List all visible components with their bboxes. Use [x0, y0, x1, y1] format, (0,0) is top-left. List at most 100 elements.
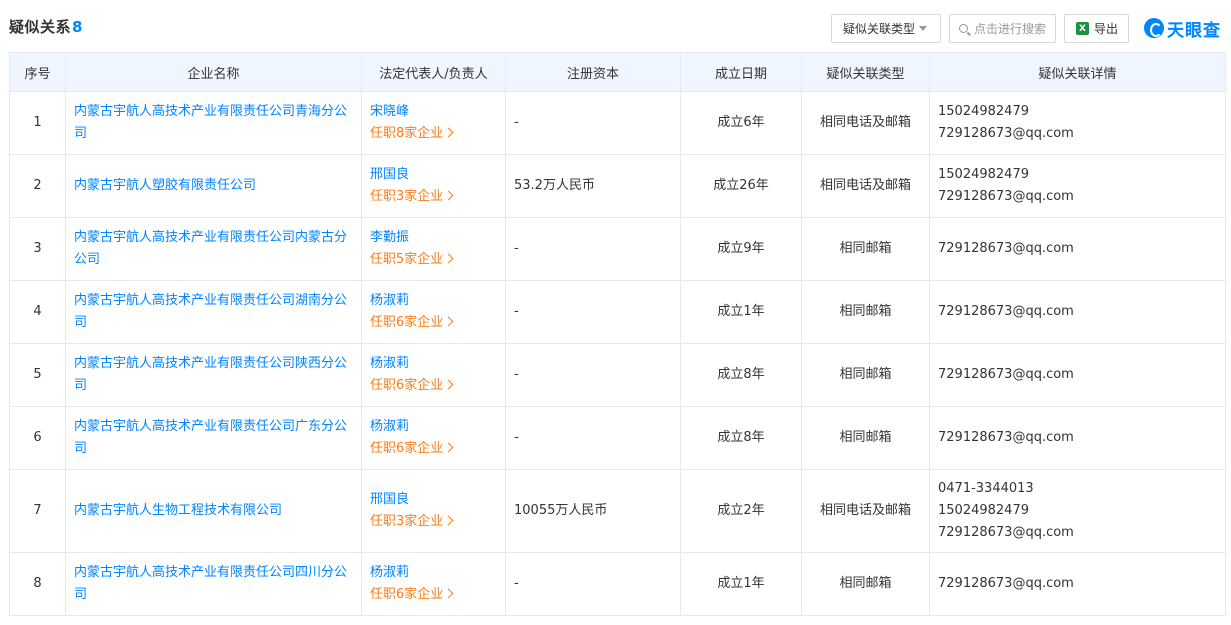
relation-type: 相同邮箱: [801, 343, 930, 407]
relation-details: 729128673@qq.com: [929, 406, 1226, 470]
representative-cell: 杨淑莉 任职6家企业: [361, 406, 506, 470]
company-cell: 内蒙古宇航人高技术产业有限责任公司湖南分公司: [65, 280, 362, 344]
table-row: 8 内蒙古宇航人高技术产业有限责任公司四川分公司 杨淑莉 任职6家企业 - 成立1年 相同邮…: [9, 552, 1226, 616]
representative-roles-link[interactable]: 任职6家企业: [370, 312, 497, 334]
section-title: 疑似关系8: [9, 16, 83, 37]
relation-type: 相同电话及邮箱: [801, 469, 930, 553]
export-button[interactable]: X 导出: [1064, 14, 1129, 43]
founded-date: 成立1年: [680, 280, 802, 344]
relation-details: 729128673@qq.com: [929, 280, 1226, 344]
representative-name-link[interactable]: 邢国良: [370, 489, 497, 511]
company-name-link[interactable]: 内蒙古宇航人高技术产业有限责任公司内蒙古分公司: [74, 230, 347, 267]
representative-name-link[interactable]: 杨淑莉: [370, 416, 497, 438]
search-placeholder: 点击进行搜索: [974, 22, 1047, 36]
table-row: 1 内蒙古宇航人高技术产业有限责任公司青海分公司 宋晓峰 任职8家企业 - 成立6年 相同电…: [9, 91, 1226, 155]
row-index: 6: [9, 406, 66, 470]
founded-date: 成立9年: [680, 217, 802, 281]
export-label: 导出: [1094, 22, 1119, 36]
col-header-relation-details: 疑似关联详情: [929, 52, 1226, 92]
representative-roles-text: 任职6家企业: [370, 587, 444, 602]
representative-name-link[interactable]: 杨淑莉: [370, 290, 497, 312]
company-name-link[interactable]: 内蒙古宇航人高技术产业有限责任公司青海分公司: [74, 104, 347, 141]
company-name-link[interactable]: 内蒙古宇航人高技术产业有限责任公司湖南分公司: [74, 293, 347, 330]
relation-detail-line: 15024982479: [938, 503, 1029, 518]
relation-type: 相同电话及邮箱: [801, 154, 930, 218]
company-name-link[interactable]: 内蒙古宇航人高技术产业有限责任公司广东分公司: [74, 419, 347, 456]
excel-icon: X: [1076, 22, 1089, 35]
row-index: 5: [9, 343, 66, 407]
search-icon: [959, 24, 968, 33]
representative-roles-link[interactable]: 任职8家企业: [370, 123, 497, 145]
relation-type-filter[interactable]: 疑似关联类型: [831, 14, 941, 43]
row-index: 7: [9, 469, 66, 553]
chevron-right-icon: [443, 515, 454, 526]
row-index: 8: [9, 552, 66, 616]
representative-name-link[interactable]: 杨淑莉: [370, 353, 497, 375]
registered-capital: -: [505, 217, 681, 281]
founded-date: 成立26年: [680, 154, 802, 218]
representative-roles-link[interactable]: 任职3家企业: [370, 511, 497, 533]
row-index: 3: [9, 217, 66, 281]
relation-details: 0471-3344013 15024982479 729128673@qq.com: [929, 469, 1226, 553]
company-cell: 内蒙古宇航人高技术产业有限责任公司内蒙古分公司: [65, 217, 362, 281]
table-header-row: 序号 企业名称 法定代表人/负责人 注册资本 成立日期 疑似关联类型 疑似关联详情: [9, 52, 1226, 92]
company-name-link[interactable]: 内蒙古宇航人塑胶有限责任公司: [74, 178, 256, 193]
relation-details: 729128673@qq.com: [929, 343, 1226, 407]
relation-details: 729128673@qq.com: [929, 217, 1226, 281]
company-name-link[interactable]: 内蒙古宇航人生物工程技术有限公司: [74, 503, 282, 518]
representative-cell: 杨淑莉任职6家企业: [361, 552, 506, 616]
logo-text: 天眼查: [1167, 20, 1221, 41]
table-row: 4 内蒙古宇航人高技术产业有限责任公司湖南分公司 杨淑莉 任职6家企业 - 成立1年 相同邮…: [9, 280, 1226, 344]
representative-roles-link[interactable]: 任职6家企业: [370, 584, 497, 606]
representative-roles-link[interactable]: 任职6家企业: [370, 438, 497, 460]
chevron-right-icon: [443, 442, 454, 453]
table-row: 6 内蒙古宇航人高技术产业有限责任公司广东分公司 杨淑莉 任职6家企业 - 成立8年 相同邮…: [9, 406, 1226, 470]
representative-roles-text: 任职3家企业: [370, 189, 444, 204]
representative-name-link[interactable]: 杨淑莉: [370, 562, 497, 584]
relation-detail-line: 729128673@qq.com: [938, 576, 1074, 591]
chevron-right-icon: [443, 190, 454, 201]
row-index: 4: [9, 280, 66, 344]
representative-roles-link[interactable]: 任职5家企业: [370, 249, 497, 271]
table-row: 7 内蒙古宇航人生物工程技术有限公司 邢国良 任职3家企业 10055万人民币 成立2年相…: [9, 469, 1226, 553]
section-header: 疑似关系8 疑似关联类型 点击进行搜索 X 导出 天眼查: [0, 0, 1231, 52]
representative-roles-link[interactable]: 任职6家企业: [370, 375, 497, 397]
founded-date: 成立1年: [680, 552, 802, 616]
founded-date: 成立6年: [680, 91, 802, 155]
company-cell: 内蒙古宇航人高技术产业有限责任公司四川分公司: [65, 552, 362, 616]
representative-cell: 邢国良 任职3家企业: [361, 469, 506, 553]
relation-type: 相同邮箱: [801, 406, 930, 470]
founded-date: 成立2年: [680, 469, 802, 553]
representative-cell: 杨淑莉 任职6家企业: [361, 280, 506, 344]
chevron-right-icon: [443, 127, 454, 138]
representative-name-link[interactable]: 邢国良: [370, 164, 497, 186]
table-body: 1 内蒙古宇航人高技术产业有限责任公司青海分公司 宋晓峰 任职8家企业 - 成立6年 相同电…: [9, 91, 1226, 616]
registered-capital: -: [505, 280, 681, 344]
chevron-right-icon: [443, 316, 454, 327]
relation-type-filter-label: 疑似关联类型: [843, 22, 916, 36]
search-input[interactable]: 点击进行搜索: [949, 14, 1056, 43]
row-index: 2: [9, 154, 66, 218]
relation-type: 相同邮箱: [801, 552, 930, 616]
col-header-relation-type: 疑似关联类型: [801, 52, 930, 92]
caret-down-icon: [919, 26, 928, 31]
representative-cell: 杨淑莉 任职6家企业: [361, 343, 506, 407]
related-companies-table: 序号 企业名称 法定代表人/负责人 注册资本 成立日期 疑似关联类型 疑似关联详情 1 内蒙古…: [9, 52, 1226, 616]
company-name-link[interactable]: 内蒙古宇航人高技术产业有限责任公司四川分公司: [74, 565, 347, 602]
representative-roles-link[interactable]: 任职3家企业: [370, 186, 497, 208]
representative-name-link[interactable]: 李勤振: [370, 227, 497, 249]
relation-type: 相同邮箱: [801, 280, 930, 344]
relation-detail-line: 15024982479: [938, 104, 1029, 119]
company-name-link[interactable]: 内蒙古宇航人高技术产业有限责任公司陕西分公司: [74, 356, 347, 393]
relation-details: 15024982479 729128673@qq.com: [929, 154, 1226, 218]
relation-detail-line: 729128673@qq.com: [938, 189, 1074, 204]
representative-cell: 宋晓峰 任职8家企业: [361, 91, 506, 155]
relation-details: 15024982479 729128673@qq.com: [929, 91, 1226, 155]
table-row: 2 内蒙古宇航人塑胶有限责任公司 邢国良 任职3家企业 53.2万人民币 成立26年 相同电…: [9, 154, 1226, 218]
chevron-right-icon: [443, 588, 454, 599]
registered-capital: -: [505, 343, 681, 407]
result-count: 8: [72, 18, 83, 36]
table-row: 5 内蒙古宇航人高技术产业有限责任公司陕西分公司 杨淑莉 任职6家企业 - 成立8年 相同邮…: [9, 343, 1226, 407]
table-row: 3 内蒙古宇航人高技术产业有限责任公司内蒙古分公司 李勤振 任职5家企业 - 成立9年 相同…: [9, 217, 1226, 281]
representative-name-link[interactable]: 宋晓峰: [370, 101, 497, 123]
